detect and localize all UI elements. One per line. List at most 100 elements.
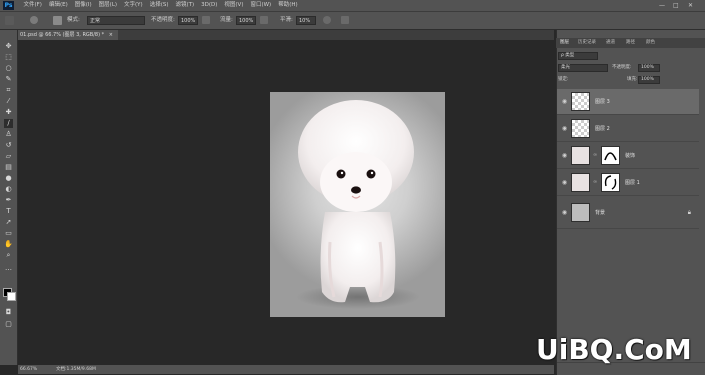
hand-tool-icon[interactable]: ✋: [4, 240, 13, 249]
layer-row[interactable]: ◉ 背景 🔒︎: [557, 197, 699, 229]
visibility-eye-icon[interactable]: ◉: [561, 179, 568, 186]
gradient-tool-icon[interactable]: ▤: [4, 163, 13, 172]
layer-row[interactable]: ◉ ∞ 装饰: [557, 143, 699, 169]
opacity-input[interactable]: 100%: [178, 16, 198, 25]
tools-panel: ✥ ⬚ ○ ✎ ⌗ ⁄ ✚ ∕ ♙ ↺ ▱ ▤ ● ◐ ✒ T ➚ ▭ ✋ ⌕ …: [0, 30, 18, 365]
airbrush-icon[interactable]: [260, 16, 268, 24]
pressure-size-icon[interactable]: [341, 16, 349, 24]
eraser-tool-icon[interactable]: ▱: [4, 152, 13, 161]
gear-icon[interactable]: [323, 16, 331, 24]
document-tab-close-icon[interactable]: ×: [109, 32, 113, 38]
lasso-tool-icon[interactable]: ○: [4, 64, 13, 73]
zoom-level[interactable]: 66.67%: [20, 365, 37, 374]
panel-opacity-label: 不透明度:: [612, 65, 632, 70]
layer-thumbnail: [571, 203, 590, 222]
menu-bar: Ps 文件(F) 编辑(E) 图像(I) 图层(L) 文字(Y) 选择(S) 滤…: [0, 0, 705, 11]
link-chain-icon: ∞: [593, 152, 598, 158]
layer-thumbnail: [571, 146, 590, 165]
brush-size-icon[interactable]: [30, 16, 38, 24]
mode-select[interactable]: 正常: [87, 16, 145, 25]
path-select-tool-icon[interactable]: ➚: [4, 218, 13, 227]
more-tools-icon[interactable]: …: [4, 264, 13, 273]
brush-tool-icon[interactable]: ∕: [4, 119, 13, 128]
tab-history[interactable]: 历史记录: [578, 38, 596, 48]
layer-mask-thumbnail[interactable]: [601, 173, 620, 192]
screen-mode-icon[interactable]: ▢: [4, 320, 13, 329]
layer-thumbnail: [571, 173, 590, 192]
layer-name: 图层 1: [625, 180, 640, 186]
tab-paths[interactable]: 路径: [626, 38, 635, 48]
eyedropper-tool-icon[interactable]: ⁄: [4, 97, 13, 106]
tab-strip: [118, 30, 554, 40]
dog-photo: [296, 100, 420, 309]
fill-input[interactable]: 100%: [638, 76, 660, 84]
lock-icon: 🔒︎: [687, 209, 691, 216]
menu-item-filter[interactable]: 滤镜(T): [172, 0, 198, 11]
clone-stamp-tool-icon[interactable]: ♙: [4, 130, 13, 139]
visibility-eye-icon[interactable]: ◉: [561, 98, 568, 105]
zoom-tool-icon[interactable]: ⌕: [4, 251, 13, 260]
smoothing-label: 平滑:: [280, 17, 293, 23]
visibility-eye-icon[interactable]: ◉: [561, 125, 568, 132]
background-color-swatch[interactable]: [7, 292, 16, 301]
menu-item-type[interactable]: 文字(Y): [121, 0, 147, 11]
menu-item-select[interactable]: 选择(S): [146, 0, 172, 11]
options-bar: 模式: 正常 不透明度: 100% 流量: 100% 平滑: 10%: [0, 11, 705, 30]
layer-name: 图层 3: [595, 99, 610, 105]
blur-tool-icon[interactable]: ●: [4, 174, 13, 183]
link-chain-icon: ∞: [593, 179, 598, 185]
blend-mode-select[interactable]: 柔光: [558, 64, 608, 72]
visibility-eye-icon[interactable]: ◉: [561, 209, 568, 216]
pen-tool-icon[interactable]: ✒: [4, 196, 13, 205]
layer-row[interactable]: ◉ 图层 3: [557, 89, 699, 115]
smoothing-input[interactable]: 10%: [296, 16, 316, 25]
fill-label: 填充:: [627, 77, 638, 82]
menu-item-window[interactable]: 窗口(W): [247, 0, 275, 11]
maximize-button[interactable]: □: [673, 0, 679, 11]
layer-row[interactable]: ◉ ∞ 图层 1: [557, 170, 699, 196]
menu-item-image[interactable]: 图像(I): [71, 0, 95, 11]
document-info: 文档:1.35M/9.68M: [56, 367, 96, 372]
quick-mask-icon[interactable]: ◘: [4, 308, 13, 317]
quick-select-tool-icon[interactable]: ✎: [4, 75, 13, 84]
watermark-logo: UiBQ.CoM: [536, 333, 692, 366]
healing-brush-tool-icon[interactable]: ✚: [4, 108, 13, 117]
document-canvas[interactable]: [270, 92, 445, 317]
lock-label: 锁定:: [558, 77, 569, 82]
visibility-eye-icon[interactable]: ◉: [561, 152, 568, 159]
move-tool-icon[interactable]: ✥: [4, 42, 13, 51]
brush-tool-preset-icon[interactable]: [5, 16, 14, 25]
flow-input[interactable]: 100%: [236, 16, 256, 25]
minimize-button[interactable]: —: [659, 0, 665, 11]
menu-item-file[interactable]: 文件(F): [20, 0, 45, 11]
layer-filter-kind[interactable]: ρ 类型: [558, 52, 598, 60]
menu-item-layer[interactable]: 图层(L): [95, 0, 120, 11]
document-tab[interactable]: 01.psd @ 66.7% (图层 3, RGB/8) * ×: [18, 30, 118, 40]
layer-name: 图层 2: [595, 126, 610, 132]
panel-tabs: 图层 历史记录 通道 路径 颜色: [556, 38, 705, 48]
tab-color[interactable]: 颜色: [646, 38, 655, 48]
layer-mask-thumbnail[interactable]: [601, 146, 620, 165]
close-button[interactable]: ✕: [688, 0, 693, 11]
status-bar: 66.67% 文档:1.35M/9.68M: [18, 365, 554, 374]
menu-item-3d[interactable]: 3D(D): [198, 0, 221, 11]
tab-layers[interactable]: 图层: [560, 38, 569, 48]
layer-row[interactable]: ◉ 图层 2: [557, 116, 699, 142]
layer-name: 背景: [595, 210, 606, 216]
tab-channels[interactable]: 通道: [606, 38, 615, 48]
mode-label: 模式:: [67, 17, 80, 23]
panel-opacity-input[interactable]: 100%: [638, 64, 660, 72]
pressure-opacity-icon[interactable]: [202, 16, 210, 24]
main-menu: 文件(F) 编辑(E) 图像(I) 图层(L) 文字(Y) 选择(S) 滤镜(T…: [20, 0, 301, 11]
crop-tool-icon[interactable]: ⌗: [4, 86, 13, 95]
history-brush-tool-icon[interactable]: ↺: [4, 141, 13, 150]
brush-settings-icon[interactable]: [53, 16, 62, 25]
menu-item-help[interactable]: 帮助(H): [275, 0, 301, 11]
dodge-tool-icon[interactable]: ◐: [4, 185, 13, 194]
shape-tool-icon[interactable]: ▭: [4, 229, 13, 238]
marquee-tool-icon[interactable]: ⬚: [4, 53, 13, 62]
menu-item-edit[interactable]: 编辑(E): [45, 0, 71, 11]
type-tool-icon[interactable]: T: [4, 207, 13, 216]
photoshop-logo: Ps: [3, 1, 14, 10]
menu-item-view[interactable]: 视图(V): [221, 0, 247, 11]
